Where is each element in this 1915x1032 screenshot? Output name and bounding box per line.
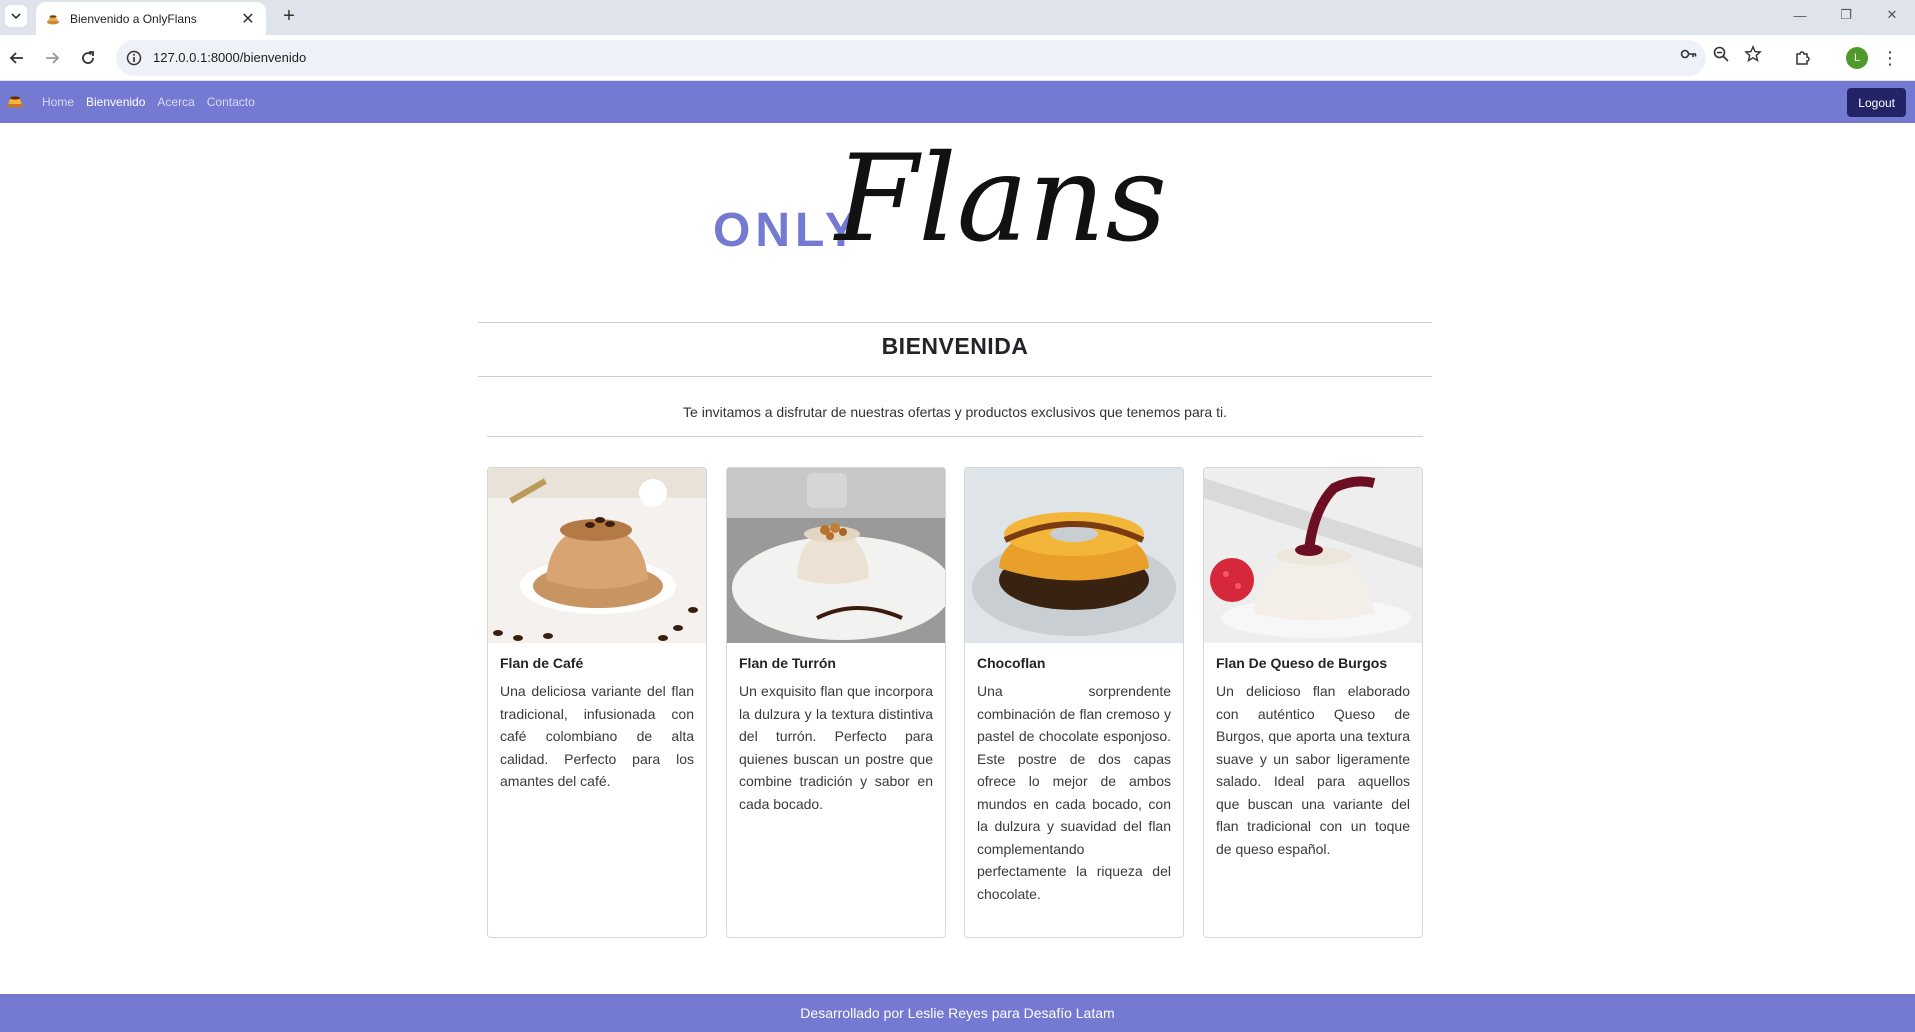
- reload-icon: [82, 51, 94, 64]
- nav-link-home[interactable]: Home: [42, 95, 74, 109]
- new-tab-button[interactable]: +: [278, 6, 300, 26]
- nav-link-acerca[interactable]: Acerca: [157, 95, 194, 109]
- tab-search-button[interactable]: [5, 5, 27, 27]
- back-button[interactable]: [5, 46, 29, 70]
- nav-link-contacto[interactable]: Contacto: [207, 95, 255, 109]
- browser-tab[interactable]: Bienvenido a OnlyFlans ✕: [36, 2, 266, 35]
- onlyflans-logo: ONLY Flans: [713, 130, 1167, 268]
- product-description: Un delicioso flan elaborado con auténtic…: [1216, 683, 1410, 857]
- footer-text: Desarrollado por Leslie Reyes para Desaf…: [800, 1005, 1115, 1021]
- divider-top: [478, 322, 1432, 323]
- welcome-lead-text: Te invitamos a disfrutar de nuestras ofe…: [683, 404, 1227, 420]
- address-bar[interactable]: 127.0.0.1:8000/bienvenido: [116, 40, 1706, 76]
- password-key-icon[interactable]: [1680, 45, 1698, 63]
- product-description: Un exquisito flan que incorpora la dulzu…: [739, 683, 933, 812]
- close-tab-icon[interactable]: ✕: [240, 9, 256, 29]
- tab-title: Bienvenido a OnlyFlans: [70, 11, 197, 26]
- extensions-puzzle-icon[interactable]: [1792, 46, 1814, 68]
- logout-button[interactable]: Logout: [1847, 88, 1906, 117]
- flan-favicon-icon: [47, 14, 59, 24]
- browser-toolbar: 127.0.0.1:8000/bienvenido L ⋮: [0, 35, 1915, 81]
- product-description: Una sorprendente combinación de flan cre…: [977, 683, 1171, 902]
- close-window-icon[interactable]: ✕: [1869, 0, 1915, 30]
- product-card: Chocoflan Una sorprendente combinación d…: [964, 467, 1184, 938]
- reload-button[interactable]: [76, 46, 100, 70]
- nav-link-bienvenido[interactable]: Bienvenido: [86, 95, 145, 109]
- product-card: Flan De Queso de Burgos Un delicioso fla…: [1203, 467, 1423, 938]
- product-card: Flan de Café Una deliciosa variante del …: [487, 467, 707, 938]
- arrow-left-icon: [9, 52, 23, 64]
- browser-tab-bar: Bienvenido a OnlyFlans ✕ + — ❐ ✕: [0, 0, 1915, 35]
- nav-links: Home Bienvenido Acerca Contacto: [42, 81, 255, 123]
- product-description: Una deliciosa variante del flan tradicio…: [500, 683, 694, 789]
- page-title: BIENVENIDA: [881, 333, 1029, 359]
- browser-menu-icon[interactable]: ⋮: [1881, 45, 1899, 71]
- logo-flans-text: Flans: [833, 130, 1167, 268]
- url-text: 127.0.0.1:8000/bienvenido: [153, 50, 307, 65]
- product-image-chocoflan: [965, 468, 1183, 643]
- minimize-icon[interactable]: —: [1777, 0, 1823, 30]
- product-name: Chocoflan: [977, 655, 1046, 671]
- profile-avatar[interactable]: L: [1846, 47, 1868, 69]
- product-card: Flan de Turrón Un exquisito flan que inc…: [726, 467, 946, 938]
- site-info-icon[interactable]: [126, 50, 142, 66]
- restore-icon[interactable]: ❐: [1823, 0, 1869, 30]
- product-image-flan-cafe: [488, 468, 706, 643]
- product-image-flan-turron: [727, 468, 945, 643]
- bookmark-star-icon[interactable]: [1744, 45, 1762, 63]
- product-name: Flan de Café: [500, 655, 584, 671]
- divider-middle: [478, 376, 1432, 377]
- site-navbar: Home Bienvenido Acerca Contacto Logout: [0, 81, 1915, 123]
- window-controls: — ❐ ✕: [1777, 0, 1915, 30]
- flan-brand-icon[interactable]: [6, 94, 24, 108]
- product-image-flan-queso-burgos: [1204, 468, 1422, 643]
- zoom-icon[interactable]: [1712, 45, 1730, 63]
- product-name: Flan De Queso de Burgos: [1216, 655, 1388, 671]
- arrow-right-icon: [46, 52, 60, 64]
- site-footer: Desarrollado por Leslie Reyes para Desaf…: [0, 994, 1915, 1032]
- chevron-down-icon: [11, 13, 21, 20]
- divider-bottom: [487, 436, 1423, 437]
- forward-button[interactable]: [40, 46, 64, 70]
- product-name: Flan de Turrón: [739, 655, 836, 671]
